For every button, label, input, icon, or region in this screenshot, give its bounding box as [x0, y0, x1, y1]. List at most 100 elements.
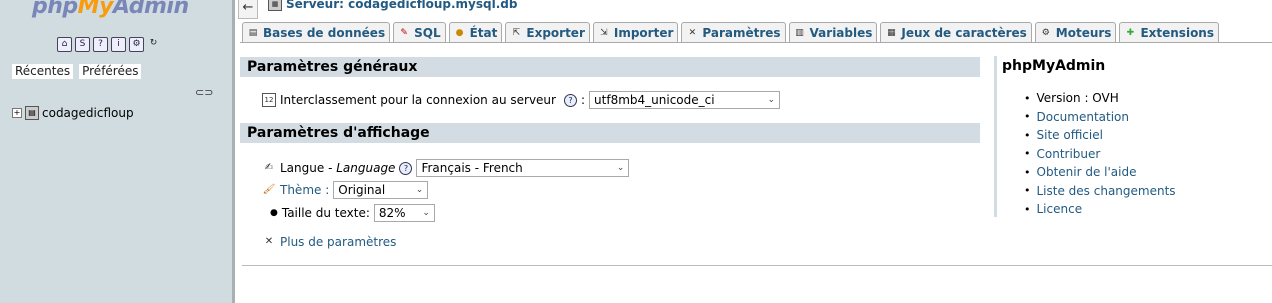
fontsize-row: ● Taille du texte: 82% ⌄ — [270, 204, 435, 222]
phpmyadmin-logo[interactable]: phpMyAdmin — [32, 0, 189, 19]
sql-icon: ✎ — [400, 27, 408, 38]
language-value: Français - French — [421, 161, 523, 175]
tab-label: Moteurs — [1055, 25, 1112, 40]
list-item: Site officiel — [1024, 126, 1176, 145]
top-tabs: ▤ Bases de données ✎ SQL ● État ⇱ Exporter ⇲… — [242, 22, 1219, 42]
tabs-divider — [240, 42, 1272, 43]
server-icon: ▦ — [268, 0, 282, 11]
theme-link[interactable]: Thème : — [280, 183, 329, 197]
phpmyadmin-heading: phpMyAdmin — [1002, 58, 1106, 74]
status-icon: ● — [455, 27, 464, 38]
list-item-version: Version : OVH — [1024, 89, 1176, 108]
fontsize-select[interactable]: 82% ⌄ — [373, 204, 435, 222]
get-help-link[interactable]: Obtenir de l'aide — [1037, 165, 1137, 179]
documentation-link[interactable]: Documentation — [1037, 110, 1130, 124]
help-icon[interactable]: i — [111, 37, 126, 52]
tab-sql[interactable]: ✎ SQL — [393, 22, 446, 42]
docs-icon[interactable]: ? — [93, 37, 108, 52]
tab-charsets[interactable]: ▦ Jeux de caractères — [880, 22, 1032, 42]
variables-icon: ▥ — [795, 27, 804, 38]
settings-icon[interactable]: ⚙ — [129, 37, 144, 52]
collation-row: 12 Interclassement pour la connexion au … — [262, 91, 781, 109]
chevron-down-icon: ⌄ — [616, 163, 625, 173]
reload-icon[interactable]: ↻ — [147, 37, 160, 50]
nav-recent-favorites: Récentes Préférées — [12, 64, 142, 79]
list-item: Liste des changements — [1024, 182, 1176, 201]
display-settings-heading: Paramètres d'affichage — [240, 123, 980, 143]
more-settings-row: ✕ Plus de paramètres — [262, 235, 397, 249]
database-icon: ▤ — [25, 106, 39, 120]
tab-label: Exporter — [526, 25, 585, 40]
tab-label: Importer — [613, 25, 674, 40]
language-row: ✍ Langue - Language ? Français - French ⌄ — [262, 159, 630, 177]
settings-icon: ✕ — [688, 27, 697, 38]
extensions-icon: ✚ — [1126, 27, 1135, 38]
back-arrow-icon[interactable]: ← — [238, 0, 258, 19]
language-label-italic: Language — [336, 161, 396, 175]
tab-label: Extensions — [1140, 25, 1214, 40]
list-item: Licence — [1024, 200, 1176, 219]
tab-extensions[interactable]: ✚ Extensions — [1119, 22, 1219, 42]
breadcrumb: ▦ Serveur: codagedicfloup.mysql.db — [268, 0, 517, 11]
tab-export[interactable]: ⇱ Exporter — [505, 22, 590, 42]
changelog-link[interactable]: Liste des changements — [1037, 184, 1176, 198]
import-icon: ⇲ — [600, 27, 608, 38]
tab-label: État — [469, 25, 498, 40]
tab-status[interactable]: ● État — [448, 22, 503, 42]
collation-icon: 12 — [262, 93, 276, 107]
contribute-link[interactable]: Contribuer — [1037, 147, 1101, 161]
tab-databases[interactable]: ▤ Bases de données — [242, 22, 391, 42]
chevron-down-icon: ⌄ — [415, 185, 424, 195]
language-label: Langue - Language — [280, 161, 395, 175]
more-settings-link[interactable]: Plus de paramètres — [280, 235, 396, 249]
license-link[interactable]: Licence — [1037, 202, 1083, 216]
theme-value: Original — [338, 183, 386, 197]
logo-my-text: My — [77, 0, 114, 19]
logo-admin-text: Admin — [112, 0, 189, 19]
chevron-down-icon: ⌄ — [422, 208, 430, 218]
help-icon[interactable]: ? — [399, 161, 413, 175]
theme-select[interactable]: Original ⌄ — [333, 181, 429, 199]
phpmyadmin-links-list: Version : OVH Documentation Site officie… — [1024, 89, 1176, 219]
tab-label: Bases de données — [263, 25, 386, 40]
navigation-resizer[interactable] — [232, 0, 235, 303]
fontsize-value: 82% — [378, 206, 406, 220]
theme-row: 🖌 Thème : Original ⌄ — [262, 181, 429, 199]
sql-query-icon[interactable]: S — [75, 37, 90, 52]
database-name[interactable]: codagedicfloup — [42, 106, 134, 120]
logo-php-text: php — [32, 0, 78, 19]
version-text: Version : OVH — [1036, 91, 1119, 106]
tab-variables[interactable]: ▥ Variables — [788, 22, 878, 42]
tab-recent[interactable]: Récentes — [12, 64, 74, 79]
collation-value: utf8mb4_unicode_ci — [594, 93, 715, 107]
tab-settings[interactable]: ✕ Paramètres — [681, 22, 786, 42]
tab-label: Variables — [809, 25, 873, 40]
link-with-main-icon[interactable]: ⊂⊃ — [195, 86, 213, 99]
breadcrumb-server-link[interactable]: Serveur: codagedicfloup.mysql.db — [286, 0, 517, 11]
expand-icon[interactable]: + — [12, 108, 22, 118]
chevron-down-icon: ⌄ — [767, 95, 776, 105]
language-select[interactable]: Français - French ⌄ — [416, 159, 630, 177]
tab-label: Paramètres — [702, 25, 781, 40]
bullet: ● — [270, 208, 278, 218]
list-item: Contribuer — [1024, 145, 1176, 164]
official-site-link[interactable]: Site officiel — [1037, 128, 1103, 142]
tab-label: Jeux de caractères — [901, 25, 1027, 40]
collation-select[interactable]: utf8mb4_unicode_ci ⌄ — [589, 91, 781, 109]
engines-icon: ⚙ — [1041, 27, 1050, 38]
general-settings-heading: Paramètres généraux — [240, 57, 980, 77]
language-label-text: Langue - — [280, 161, 337, 175]
charset-icon: ▦ — [887, 27, 896, 38]
colon: : — [580, 93, 586, 107]
home-icon[interactable]: ⌂ — [57, 37, 72, 52]
database-tree-item[interactable]: + ▤ codagedicfloup — [12, 106, 134, 120]
tab-engines[interactable]: ⚙ Moteurs — [1034, 22, 1117, 42]
list-item: Documentation — [1024, 108, 1176, 127]
tab-favorites[interactable]: Préférées — [79, 64, 142, 79]
language-icon: ✍ — [264, 162, 274, 173]
tab-import[interactable]: ⇲ Importer — [592, 22, 679, 42]
help-icon[interactable]: ? — [563, 93, 577, 107]
content-divider — [242, 265, 1272, 266]
palette-icon: 🖌 — [262, 184, 276, 195]
export-icon: ⇱ — [512, 27, 521, 38]
